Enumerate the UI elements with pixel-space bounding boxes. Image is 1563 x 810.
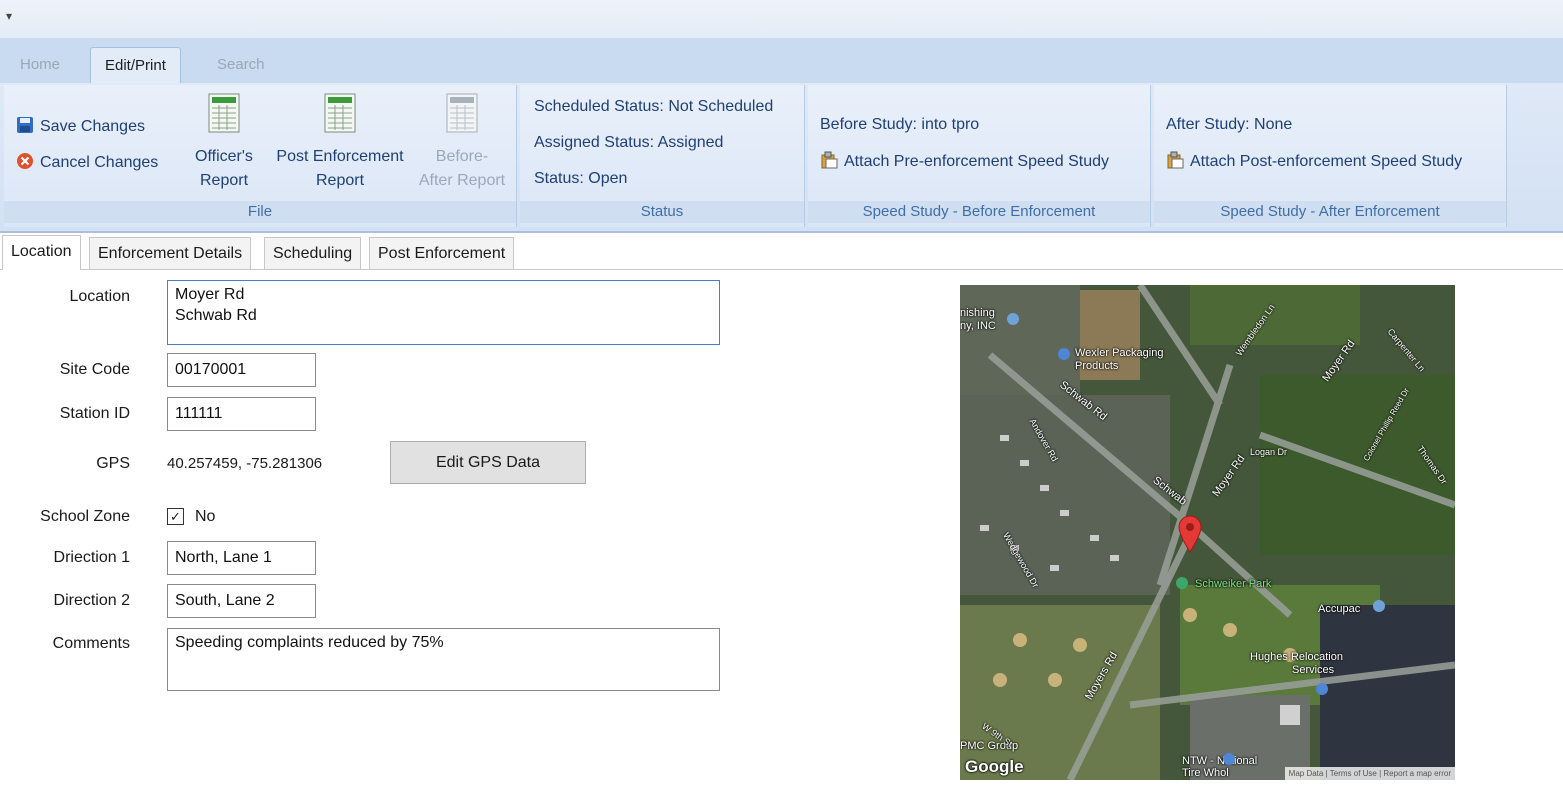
location-pin-icon[interactable] <box>1178 515 1202 553</box>
attach-pre-enforcement-label: Attach Pre-enforcement Speed Study <box>844 153 1110 170</box>
attach-post-enforcement-button[interactable]: Attach Post-enforcement Speed Study <box>1166 150 1462 174</box>
open-status: Status: Open <box>534 170 628 187</box>
map-label-tire-whol: Tire Whol <box>1182 767 1229 779</box>
tab-post-enforcement[interactable]: Post Enforcement <box>369 237 515 269</box>
park-icon <box>1176 577 1188 589</box>
ribbon: Save Changes Cancel Changes Officer's Re… <box>0 83 1563 233</box>
gps-value: 40.257459, -75.281306 <box>167 455 323 472</box>
cancel-changes-label: Cancel Changes <box>40 154 159 171</box>
before-after-report-button[interactable]: Before- After Report <box>412 93 512 193</box>
shopping-icon <box>1058 348 1070 360</box>
map-label-logan-dr: Logan Dr <box>1250 447 1288 457</box>
map-label-nishing: nishing <box>960 307 995 319</box>
save-icon <box>17 117 33 133</box>
terms-of-use-link[interactable]: Terms of Use <box>1330 769 1377 778</box>
post-enforcement-report-line2: Report <box>315 172 365 189</box>
tab-home[interactable]: Home <box>6 47 74 83</box>
report-icon <box>446 93 478 133</box>
ribbon-tab-bar: Home Edit/Print Search <box>0 39 1563 84</box>
map-data-link[interactable]: Map Data <box>1289 769 1324 778</box>
after-enforcement-group: After Study: None Attach Post-enforcemen… <box>1154 85 1507 227</box>
officers-report-line1: Officer's <box>195 148 253 165</box>
save-changes-label: Save Changes <box>40 118 145 135</box>
cancel-changes-button[interactable]: Cancel Changes <box>16 151 158 175</box>
satellite-imagery <box>960 285 1455 780</box>
customize-qat-icon[interactable]: ▾ <box>6 9 12 23</box>
attach-study-icon <box>821 151 838 169</box>
map-label-schweiker-park: Schweiker Park <box>1195 578 1272 590</box>
status-group-label: Status <box>520 201 804 223</box>
gps-label: GPS <box>96 455 130 472</box>
after-enforcement-group-label: Speed Study - After Enforcement <box>1154 201 1506 223</box>
map-label-wexler: Wexler Packaging <box>1075 347 1164 359</box>
location-field[interactable]: Moyer Rd Schwab Rd <box>167 280 720 345</box>
tab-search[interactable]: Search <box>203 47 279 83</box>
poi-icon <box>1373 600 1385 612</box>
direction2-label: Direction 2 <box>53 592 130 609</box>
direction1-label: Driection 1 <box>53 549 130 566</box>
content-tab-strip: Location Enforcement Details Scheduling … <box>0 235 1563 270</box>
edit-gps-data-button[interactable]: Edit GPS Data <box>390 441 586 484</box>
attach-study-icon <box>1167 151 1184 169</box>
station-id-label: Station ID <box>59 405 130 422</box>
map-label-hughes: Hughes Relocation <box>1250 651 1343 663</box>
school-zone-value: No <box>195 508 216 525</box>
map-label-inc: ny, INC <box>960 320 996 332</box>
location-map[interactable]: nishing ny, INC Wexler Packaging Product… <box>960 285 1455 780</box>
before-after-report-line1: Before- <box>435 148 489 165</box>
map-label-ntw: NTW - National <box>1182 755 1258 767</box>
save-changes-button[interactable]: Save Changes <box>16 115 145 139</box>
after-study-value: After Study: None <box>1166 116 1293 133</box>
school-zone-label: School Zone <box>40 508 130 525</box>
assigned-status: Assigned Status: Assigned <box>534 134 724 151</box>
report-icon <box>324 93 356 133</box>
station-id-field[interactable]: 111111 <box>167 397 316 431</box>
map-footer: Map Data | Terms of Use | Report a map e… <box>1284 767 1455 780</box>
file-group: Save Changes Cancel Changes Officer's Re… <box>4 85 517 227</box>
tab-scheduling[interactable]: Scheduling <box>264 237 362 269</box>
tab-location[interactable]: Location <box>2 235 81 270</box>
before-after-report-line2: After Report <box>418 172 506 189</box>
location-line1: Moyer Rd <box>175 286 245 303</box>
school-zone-checkbox[interactable]: ✓ <box>167 508 184 525</box>
file-group-label: File <box>4 201 516 223</box>
location-label: Location <box>69 288 131 305</box>
poi-icon <box>1007 313 1019 325</box>
officers-report-line2: Report <box>199 172 249 189</box>
status-group: Scheduled Status: Not Scheduled Assigned… <box>520 85 805 227</box>
shopping-icon <box>1223 753 1235 765</box>
post-enforcement-report-button[interactable]: Post Enforcement Report <box>272 93 408 193</box>
comments-field[interactable]: Speeding complaints reduced by 75% <box>167 628 720 691</box>
tab-edit-print[interactable]: Edit/Print <box>90 47 181 84</box>
quick-access-toolbar: ▾ <box>0 0 1563 39</box>
cancel-icon <box>17 153 33 169</box>
attach-pre-enforcement-button[interactable]: Attach Pre-enforcement Speed Study <box>820 150 1109 174</box>
comments-label: Comments <box>52 635 130 652</box>
attach-post-enforcement-label: Attach Post-enforcement Speed Study <box>1190 153 1463 170</box>
map-label-products: Products <box>1075 360 1119 372</box>
map-label-services: Services <box>1292 664 1335 676</box>
officers-report-button[interactable]: Officer's Report <box>184 93 264 193</box>
report-icon <box>208 93 240 133</box>
tab-enforcement-details[interactable]: Enforcement Details <box>89 237 252 269</box>
report-map-error-link[interactable]: Report a map error <box>1383 769 1451 778</box>
direction1-field[interactable]: North, Lane 1 <box>167 541 316 575</box>
before-enforcement-group-label: Speed Study - Before Enforcement <box>808 201 1150 223</box>
shopping-icon <box>1316 683 1328 695</box>
before-study-value: Before Study: into tpro <box>820 116 980 133</box>
before-enforcement-group: Before Study: into tpro Attach Pre-enfor… <box>808 85 1151 227</box>
site-code-label: Site Code <box>59 361 130 378</box>
direction2-field[interactable]: South, Lane 2 <box>167 584 316 618</box>
post-enforcement-report-line1: Post Enforcement <box>276 148 404 165</box>
scheduled-status: Scheduled Status: Not Scheduled <box>534 98 774 115</box>
location-line2: Schwab Rd <box>175 307 257 324</box>
map-label-accupac: Accupac <box>1318 603 1361 615</box>
site-code-field[interactable]: 00170001 <box>167 353 316 387</box>
google-logo: Google <box>965 757 1024 776</box>
